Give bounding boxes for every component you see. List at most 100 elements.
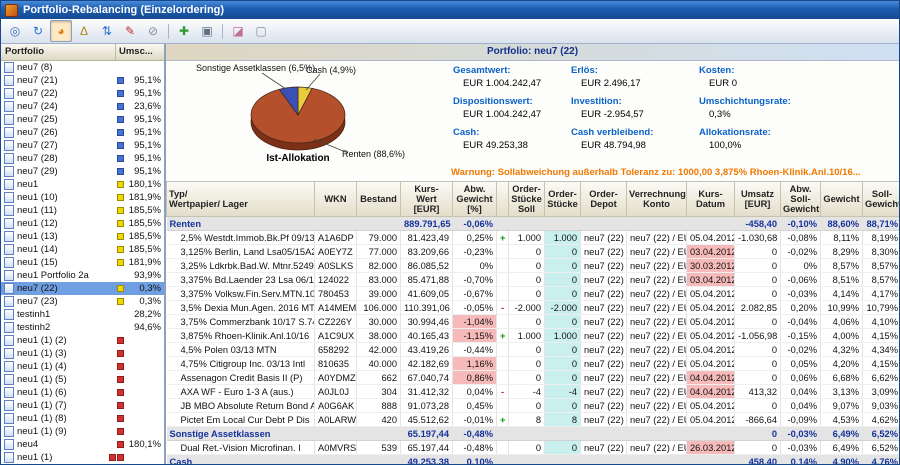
column-header-11[interactable]: Umsatz [EUR]	[735, 182, 781, 217]
column-header-8[interactable]: Order- Depot	[581, 182, 627, 217]
portfolio-item[interactable]: neu1180,1%	[1, 178, 164, 191]
portfolio-item[interactable]: neu7 (28)95,1%	[1, 152, 164, 165]
portfolio-item[interactable]: neu7 (25)95,1%	[1, 113, 164, 126]
security-row[interactable]: AXA WF - Euro 1-3 A (aus.)A0JL0J30431.41…	[167, 385, 900, 399]
status-yellow-icon	[117, 246, 124, 253]
cell-order[interactable]: 1.000	[545, 231, 581, 245]
portfolio-item[interactable]: testinh128,2%	[1, 308, 164, 321]
allocation-pie-icon[interactable]: ◕	[50, 20, 72, 42]
portfolio-item[interactable]: neu1 (1)	[1, 451, 164, 464]
portfolio-item[interactable]: neu1 (1) (6)	[1, 386, 164, 399]
clear-order-icon[interactable]: ⊘	[142, 20, 164, 42]
security-row[interactable]: 3,875% Rhoen-Klinik.Anl.10/16A1C9UX38.00…	[167, 329, 900, 343]
cell-order[interactable]: 0	[545, 287, 581, 301]
portfolio-item[interactable]: neu1 (15)181,9%	[1, 256, 164, 269]
portfolio-item[interactable]: neu1 (1) (4)	[1, 360, 164, 373]
cell-order[interactable]: 8	[545, 413, 581, 427]
security-row[interactable]: Assenagon Credit Basis II (P)A0YDMZ66267…	[167, 371, 900, 385]
portfolio-item[interactable]: neu7 (23)0,3%	[1, 295, 164, 308]
security-row[interactable]: 3,125% Berlin, Land Lsa05/15A204A0EY7Z77…	[167, 245, 900, 259]
edit-icon[interactable]: ✎	[119, 20, 141, 42]
cell-order[interactable]: 1.000	[545, 329, 581, 343]
refresh-icon[interactable]: ↻	[27, 20, 49, 42]
column-header-9[interactable]: Verrechnungs- Konto	[627, 182, 687, 217]
cell-order[interactable]: 0	[545, 273, 581, 287]
security-row[interactable]: Dual Ret.-Vision Microfinan. IA0MVRS5396…	[167, 441, 900, 455]
portfolio-item[interactable]: neu7 (22)95,1%	[1, 87, 164, 100]
printer-icon[interactable]: ▣	[196, 20, 218, 42]
portfolio-item[interactable]: neu1 (1) (8)	[1, 412, 164, 425]
portfolio-item[interactable]: neu4180,1%	[1, 438, 164, 451]
security-row[interactable]: JB MBO Absolute Return Bond AA0G6AK88891…	[167, 399, 900, 413]
column-header-7[interactable]: Order- Stücke	[545, 182, 581, 217]
asset-class-row[interactable]: Cash49.253,380,10%458,400,14%4,90%4,76%	[167, 455, 900, 465]
document-icon[interactable]: ▢	[250, 20, 272, 42]
cell-order[interactable]: 0	[545, 245, 581, 259]
column-header-14[interactable]: Soll- Gewicht	[863, 182, 900, 217]
column-header-0[interactable]: Typ/ Wertpapier/ Lager	[167, 182, 315, 217]
portfolio-item-label: neu7 (27)	[17, 140, 117, 151]
add-order-icon[interactable]: ✚	[173, 20, 195, 42]
cell-order[interactable]: 0	[545, 343, 581, 357]
search-icon[interactable]: ◎	[4, 20, 26, 42]
portfolio-item[interactable]: neu7 (27)95,1%	[1, 139, 164, 152]
portfolio-node-icon	[4, 439, 14, 450]
security-row[interactable]: 3,375% Bd.Laender 23 Lsa 06/1312402283.0…	[167, 273, 900, 287]
portfolio-item[interactable]: neu1 (1) (7)	[1, 399, 164, 412]
portfolio-item[interactable]: neu7 (29)95,1%	[1, 165, 164, 178]
portfolio-item[interactable]: neu7 (24)23,6%	[1, 100, 164, 113]
portfolio-item[interactable]: neu1 Portfolio 2a93,9%	[1, 269, 164, 282]
column-header-12[interactable]: Abw. Soll- Gewicht	[781, 182, 821, 217]
portfolio-item[interactable]: neu1 (12)185,5%	[1, 217, 164, 230]
cell-order[interactable]: 0	[545, 259, 581, 273]
portfolio-item[interactable]: neu1 (11)185,5%	[1, 204, 164, 217]
portfolio-item[interactable]: neu7 (21)95,1%	[1, 74, 164, 87]
column-header-10[interactable]: Kurs- Datum	[687, 182, 735, 217]
portfolio-item[interactable]: neu1 (1) (9)	[1, 425, 164, 438]
portfolio-item[interactable]: neu7 (26)95,1%	[1, 126, 164, 139]
cell-order[interactable]: 0	[545, 371, 581, 385]
portfolio-item[interactable]: neu1 (1) (5)	[1, 373, 164, 386]
cell-order[interactable]: 0	[545, 315, 581, 329]
portfolio-item[interactable]: neu7 (8)	[1, 61, 164, 74]
security-row[interactable]: 4,75% Citigroup Inc. 03/13 Intl81063540.…	[167, 357, 900, 371]
portfolio-item[interactable]: neu7 (22)0,3%	[1, 282, 164, 295]
portfolio-item[interactable]: neu1 (10)181,9%	[1, 191, 164, 204]
portfolio-item-label: neu1 (1) (7)	[17, 400, 117, 411]
cell-order[interactable]: 0	[545, 441, 581, 455]
portfolio-node-icon	[4, 270, 14, 281]
cell-bestand: 82.000	[357, 259, 401, 273]
cell-order[interactable]: -4	[545, 385, 581, 399]
portfolio-column-header[interactable]: Portfolio	[1, 44, 116, 60]
cell-order[interactable]: 0	[545, 399, 581, 413]
column-header-5[interactable]	[497, 182, 509, 217]
status-icons	[117, 415, 124, 422]
portfolio-item[interactable]: testinh294,6%	[1, 321, 164, 334]
column-header-1[interactable]: WKN	[315, 182, 357, 217]
portfolio-item[interactable]: neu1 (14)185,5%	[1, 243, 164, 256]
column-header-3[interactable]: Kurs- Wert [EUR]	[401, 182, 453, 217]
security-row[interactable]: 2,5% Westdt.Immob.Bk.Pf 09/13A1A6DP79.00…	[167, 231, 900, 245]
security-row[interactable]: Pictet Em Local Cur Debt P DisA0LARW4204…	[167, 413, 900, 427]
security-row[interactable]: 3,375% Volksw.Fin.Serv.MTN.10/1478045339…	[167, 287, 900, 301]
security-row[interactable]: 3,25% Ldkrbk.Bad.W. Mtnr.5249A0SLKS82.00…	[167, 259, 900, 273]
security-row[interactable]: 4,5% Polen 03/13 MTN65829242.00043.419,2…	[167, 343, 900, 357]
security-row[interactable]: 3,75% Commerzbank 10/17 S.745CZ226Y30.00…	[167, 315, 900, 329]
asset-class-row[interactable]: Renten889.791,65-0,06%-458,40-0,10%88,60…	[167, 217, 900, 231]
asset-class-row[interactable]: Sonstige Assetklassen65.197,44-0,48%0-0,…	[167, 427, 900, 441]
column-header-13[interactable]: Gewicht	[821, 182, 863, 217]
cell-order[interactable]: -2.000	[545, 301, 581, 315]
security-row[interactable]: 3,5% Dexia Mun.Agen. 2016 MTNA14MEM106.0…	[167, 301, 900, 315]
cell-konto	[627, 427, 687, 441]
eraser-icon[interactable]: ◪	[227, 20, 249, 42]
rebalance-icon[interactable]: ⇅	[96, 20, 118, 42]
portfolio-item[interactable]: neu1 (13)185,5%	[1, 230, 164, 243]
umschichtung-column-header[interactable]: Umsc...	[116, 44, 164, 60]
column-header-2[interactable]: Bestand	[357, 182, 401, 217]
portfolio-item[interactable]: neu1 (1) (3)	[1, 347, 164, 360]
column-header-6[interactable]: Order- Stücke Soll	[509, 182, 545, 217]
portfolio-item[interactable]: neu1 (1) (2)	[1, 334, 164, 347]
cell-order[interactable]: 0	[545, 357, 581, 371]
column-header-4[interactable]: Abw. Gewicht [%]	[453, 182, 497, 217]
delta-icon[interactable]: Δ	[73, 20, 95, 42]
